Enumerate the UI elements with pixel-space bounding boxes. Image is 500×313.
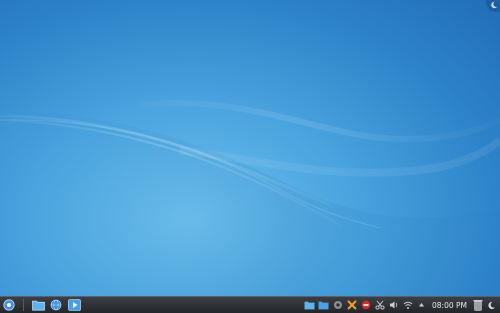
wallpaper-waves [0, 100, 500, 296]
kde-launcher-icon [3, 299, 15, 311]
system-tray: 08:00 PM [304, 300, 500, 311]
tray-settings-button[interactable] [332, 300, 343, 311]
alert-icon [361, 300, 370, 310]
tray-folder-button[interactable] [304, 300, 315, 311]
panel-launchers [0, 298, 81, 312]
clock[interactable]: 08:00 PM [432, 301, 467, 310]
folder-icon [304, 301, 315, 310]
panel: 08:00 PM [0, 296, 500, 313]
moon-icon [491, 1, 498, 9]
tray-expand-button[interactable] [416, 300, 427, 311]
scissors-icon [374, 300, 385, 310]
file-manager-button[interactable] [31, 298, 45, 312]
gear-icon [333, 301, 342, 309]
panel-toolbox-button[interactable] [486, 300, 497, 311]
tray-volume-button[interactable] [388, 300, 399, 311]
web-browser-button[interactable] [49, 298, 63, 312]
arrow-up-icon [419, 303, 424, 307]
moon-icon [488, 301, 496, 309]
panel-separator [23, 299, 24, 311]
tray-network-button[interactable] [402, 300, 413, 311]
volume-icon [389, 301, 397, 309]
desktop: 08:00 PM [0, 0, 500, 313]
tray-clipboard-button[interactable] [374, 300, 385, 311]
wifi-icon [403, 301, 412, 309]
folder-icon [31, 300, 45, 311]
media-player-button[interactable] [67, 298, 81, 312]
globe-icon [50, 299, 62, 311]
trash-icon [473, 300, 482, 311]
tools-icon [346, 300, 357, 310]
play-icon [67, 299, 81, 311]
tray-folder-button-2[interactable] [318, 300, 329, 311]
tray-tools-button[interactable] [346, 300, 357, 311]
tray-alert-button[interactable] [360, 300, 371, 311]
folder-icon [318, 301, 329, 310]
trash-button[interactable] [472, 300, 483, 311]
application-launcher-button[interactable] [2, 298, 16, 312]
